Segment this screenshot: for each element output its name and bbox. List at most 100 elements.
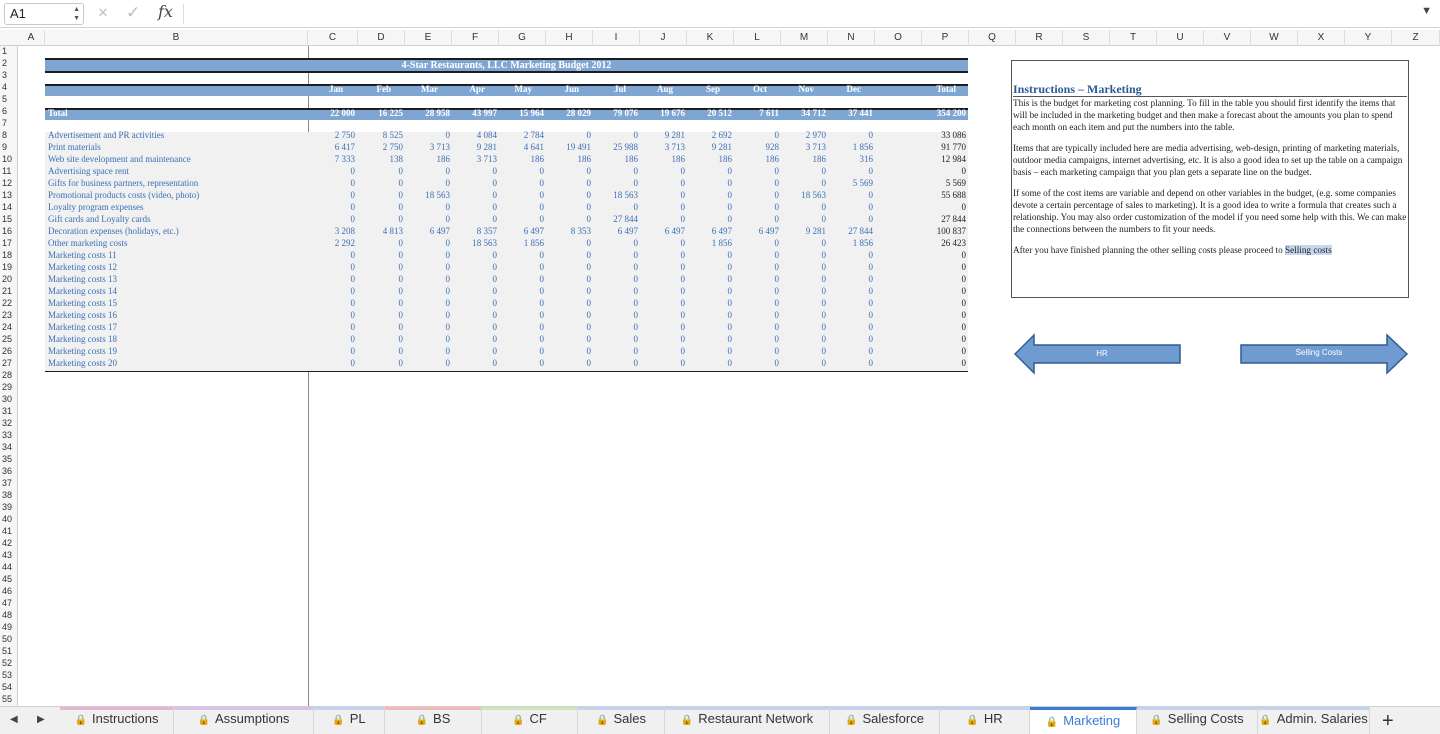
column-header-k[interactable]: K [687,30,734,46]
value-cell[interactable]: 0 [784,165,827,177]
value-cell[interactable]: 0 [502,189,545,201]
row-header-20[interactable]: 20 [0,273,18,285]
row-header-22[interactable]: 22 [0,297,18,309]
value-cell[interactable]: 0 [737,237,780,249]
spreadsheet-grid[interactable]: ABCDEFGHIJKLMNOPQRSTUVWXYZ 1 2 3 4 5 6 7 8 9 10 11… [0,28,1440,706]
row-label[interactable]: Advertisement and PR activities [48,129,300,141]
value-cell[interactable]: 0 [502,201,545,213]
tab-selling-costs[interactable]: 🔒 Selling Costs [1137,707,1258,734]
row-label[interactable]: Other marketing costs [48,237,300,249]
value-cell[interactable]: 0 [502,333,545,345]
row-label[interactable]: Marketing costs 12 [48,261,300,273]
fx-icon[interactable]: fx [158,2,173,21]
row-label[interactable]: Gifts for business partners, representat… [48,177,300,189]
row-header-30[interactable]: 30 [0,393,18,405]
value-cell[interactable]: 1 856 [502,237,544,249]
value-cell[interactable]: 0 [643,165,686,177]
value-cell[interactable]: 0 [408,309,451,321]
value-cell[interactable]: 0 [784,321,827,333]
month-header-sep[interactable]: Sep [692,83,720,95]
value-cell[interactable]: 0 [313,345,356,357]
row-total-cell[interactable]: 0 [921,273,967,285]
tab-admin-salaries[interactable]: 🔒 Admin. Salaries [1258,707,1370,734]
value-cell[interactable]: 0 [361,333,404,345]
month-header-apr[interactable]: Apr [457,83,486,95]
value-cell[interactable]: 0 [596,177,639,189]
value-cell[interactable]: 0 [737,165,780,177]
value-cell[interactable]: 0 [831,129,874,141]
value-cell[interactable]: 0 [690,333,733,345]
total-value-apr[interactable]: 43 997 [452,107,497,119]
value-cell[interactable]: 0 [831,273,874,285]
value-cell[interactable]: 0 [690,285,733,297]
tab-instructions[interactable]: 🔒 Instructions [60,707,174,734]
row-header-21[interactable]: 21 [0,285,18,297]
total-value-feb[interactable]: 16 225 [358,107,403,119]
tab-restaurant-network[interactable]: 🔒 Restaurant Network [665,707,830,734]
month-header-may[interactable]: May [504,83,533,95]
column-header-i[interactable]: I [593,30,640,46]
row-header-45[interactable]: 45 [0,573,18,585]
value-cell[interactable]: 0 [737,345,780,357]
row-header-34[interactable]: 34 [0,441,18,453]
value-cell[interactable]: 0 [831,189,874,201]
value-cell[interactable]: 0 [313,177,356,189]
value-cell[interactable]: 0 [408,213,451,225]
value-cell[interactable]: 2 750 [313,129,355,141]
value-cell[interactable]: 186 [737,153,780,165]
row-label[interactable]: Marketing costs 14 [48,285,300,297]
value-cell[interactable]: 0 [549,249,592,261]
row-header-7[interactable]: 7 [0,117,18,129]
value-cell[interactable]: 0 [361,321,404,333]
value-cell[interactable]: 186 [643,153,686,165]
value-cell[interactable]: 0 [549,213,592,225]
value-cell[interactable]: 0 [831,333,874,345]
value-cell[interactable]: 0 [784,297,827,309]
value-cell[interactable]: 0 [408,285,451,297]
value-cell[interactable]: 0 [690,261,733,273]
value-cell[interactable]: 9 281 [784,225,826,237]
value-cell[interactable]: 0 [596,237,639,249]
row-total-cell[interactable]: 0 [921,321,967,333]
column-header-n[interactable]: N [828,30,875,46]
value-cell[interactable]: 0 [690,165,733,177]
value-cell[interactable]: 0 [643,357,686,369]
value-cell[interactable]: 0 [549,297,592,309]
row-label[interactable]: Gift cards and Loyalty cards [48,213,300,225]
value-cell[interactable]: 0 [408,321,451,333]
value-cell[interactable]: 2 970 [784,129,826,141]
value-cell[interactable]: 0 [455,261,498,273]
value-cell[interactable]: 0 [784,237,827,249]
value-cell[interactable]: 0 [313,297,356,309]
row-total-cell[interactable]: 0 [921,165,967,177]
value-cell[interactable]: 0 [784,285,827,297]
tab-sales[interactable]: 🔒 Sales [578,707,665,734]
column-header-l[interactable]: L [734,30,781,46]
value-cell[interactable]: 0 [502,309,545,321]
value-cell[interactable]: 0 [502,249,545,261]
value-cell[interactable]: 0 [643,333,686,345]
value-cell[interactable]: 0 [643,309,686,321]
row-header-18[interactable]: 18 [0,249,18,261]
value-cell[interactable]: 0 [455,309,498,321]
value-cell[interactable]: 0 [313,249,356,261]
row-total-cell[interactable]: 0 [921,309,967,321]
row-label[interactable]: Print materials [48,141,300,153]
value-cell[interactable]: 186 [596,153,639,165]
value-cell[interactable]: 0 [455,285,498,297]
value-cell[interactable]: 0 [455,297,498,309]
value-cell[interactable]: 3 713 [643,141,685,153]
value-cell[interactable]: 0 [784,213,827,225]
value-cell[interactable]: 0 [361,273,404,285]
value-cell[interactable]: 6 497 [737,225,779,237]
value-cell[interactable]: 9 281 [690,141,732,153]
value-cell[interactable]: 5 569 [831,177,873,189]
value-cell[interactable]: 6 497 [690,225,732,237]
row-header-52[interactable]: 52 [0,657,18,669]
value-cell[interactable]: 3 713 [408,141,450,153]
row-label[interactable]: Decoration expenses (holidays, etc.) [48,225,300,237]
value-cell[interactable]: 8 357 [455,225,497,237]
row-label[interactable]: Marketing costs 17 [48,321,300,333]
value-cell[interactable]: 0 [784,261,827,273]
value-cell[interactable]: 0 [549,273,592,285]
